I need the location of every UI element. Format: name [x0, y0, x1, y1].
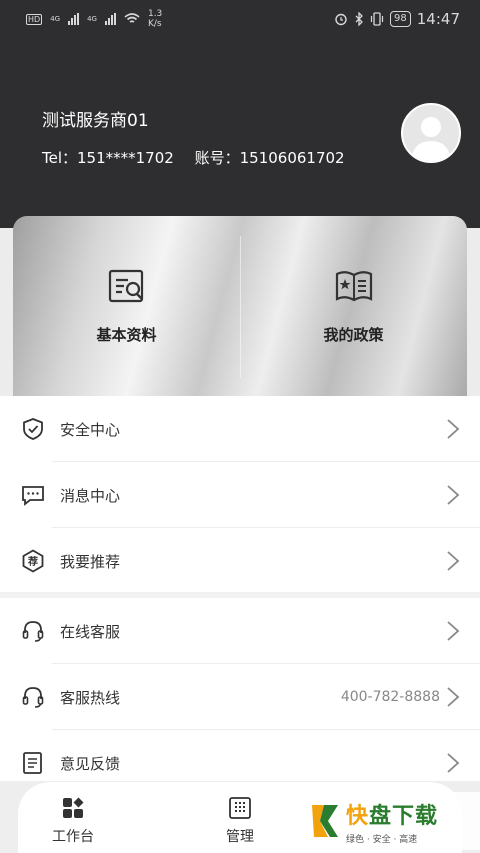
workbench-icon: [63, 797, 84, 818]
site-watermark: 快盘下载 绿色 · 安全 · 高速: [304, 792, 480, 850]
menu-item-recommend[interactable]: 荐 我要推荐: [0, 528, 480, 594]
tab-management[interactable]: 管理: [190, 796, 290, 846]
tab-label: 管理: [226, 829, 254, 845]
avatar[interactable]: [401, 103, 461, 163]
clock: 14:47: [416, 10, 460, 28]
watermark-subtitle: 绿色 · 安全 · 高速: [346, 834, 418, 845]
menu-item-message-center[interactable]: 消息中心: [0, 462, 480, 528]
message-icon: [22, 486, 44, 506]
chevron-right-icon: [447, 753, 460, 773]
hd-badge: HD: [26, 13, 43, 25]
status-left: HD 4G 4G 1.3 K/s: [26, 9, 162, 29]
menu-label: 我要推荐: [60, 552, 121, 571]
net-speed-unit: K/s: [147, 19, 162, 29]
status-right: 98 14:47: [334, 10, 460, 28]
merchant-name: 测试服务商01: [42, 111, 149, 131]
chevron-right-icon: [447, 687, 460, 707]
menu-group-2: 在线客服 客服热线 400-782-8888 意见反馈: [0, 598, 480, 794]
tab-workbench[interactable]: 工作台: [23, 796, 123, 846]
bluetooth-icon: [355, 12, 363, 26]
default-avatar-icon: [411, 117, 451, 161]
profile-card-icon: [108, 269, 143, 303]
quick-access-card: 基本资料 我的政策: [13, 216, 467, 398]
policy-book-icon: [335, 271, 372, 302]
chevron-right-icon: [447, 485, 460, 505]
chevron-right-icon: [447, 419, 460, 439]
watermark-text: 快盘下载 绿色 · 安全 · 高速: [346, 798, 438, 845]
recommend-icon: 荐: [22, 549, 44, 573]
headset-icon: [22, 621, 44, 642]
net-speed: 1.3 K/s: [148, 9, 162, 29]
net-speed-value: 1.3: [147, 9, 163, 19]
signal-icon: [68, 13, 80, 25]
watermark-logo-icon: [312, 805, 338, 837]
vibrate-icon: [370, 12, 384, 26]
my-policy-label: 我的政策: [323, 326, 384, 344]
hotline-number: 400-782-8888: [340, 689, 440, 705]
signal-label-1: 4G: [50, 15, 61, 23]
alarm-icon: [335, 13, 347, 26]
signal-icon-2: [104, 13, 116, 25]
watermark-title-a: 快: [346, 803, 370, 829]
contact-line: Tel：151****1702 账号：15106061702: [42, 147, 361, 168]
menu-group-1: 安全中心 消息中心 荐 我要推荐: [0, 396, 480, 592]
menu-item-security-center[interactable]: 安全中心: [0, 396, 480, 462]
signal-label-2: 4G: [87, 15, 97, 23]
account-text: 账号：15106061702: [194, 149, 345, 167]
watermark-title: 快盘下载: [346, 798, 438, 830]
tel-text: Tel：151****1702: [42, 149, 174, 167]
menu-label: 安全中心: [60, 420, 121, 439]
headset-icon: [22, 687, 44, 708]
chevron-right-icon: [447, 621, 460, 641]
watermark-title-b: 盘下载: [369, 803, 439, 829]
my-policy-entry[interactable]: 我的政策: [240, 216, 467, 398]
svg-text:荐: 荐: [27, 555, 38, 568]
chevron-right-icon: [447, 551, 460, 571]
menu-label: 在线客服: [60, 622, 121, 641]
tab-label: 工作台: [52, 829, 94, 845]
menu-label: 意见反馈: [60, 754, 121, 773]
menu-item-online-service[interactable]: 在线客服: [0, 598, 480, 664]
basic-info-entry[interactable]: 基本资料: [13, 216, 240, 398]
status-bar: HD 4G 4G 1.3 K/s 98 14:47: [0, 0, 480, 38]
shield-check-icon: [23, 418, 43, 440]
menu-item-service-hotline[interactable]: 客服热线 400-782-8888: [0, 664, 480, 730]
menu-label: 客服热线: [60, 688, 121, 707]
menu-label: 消息中心: [60, 486, 121, 505]
feedback-icon: [23, 752, 42, 774]
battery-level: 98: [390, 11, 411, 27]
management-icon: [229, 797, 251, 819]
wifi-icon: [124, 13, 140, 23]
basic-info-label: 基本资料: [96, 326, 157, 344]
